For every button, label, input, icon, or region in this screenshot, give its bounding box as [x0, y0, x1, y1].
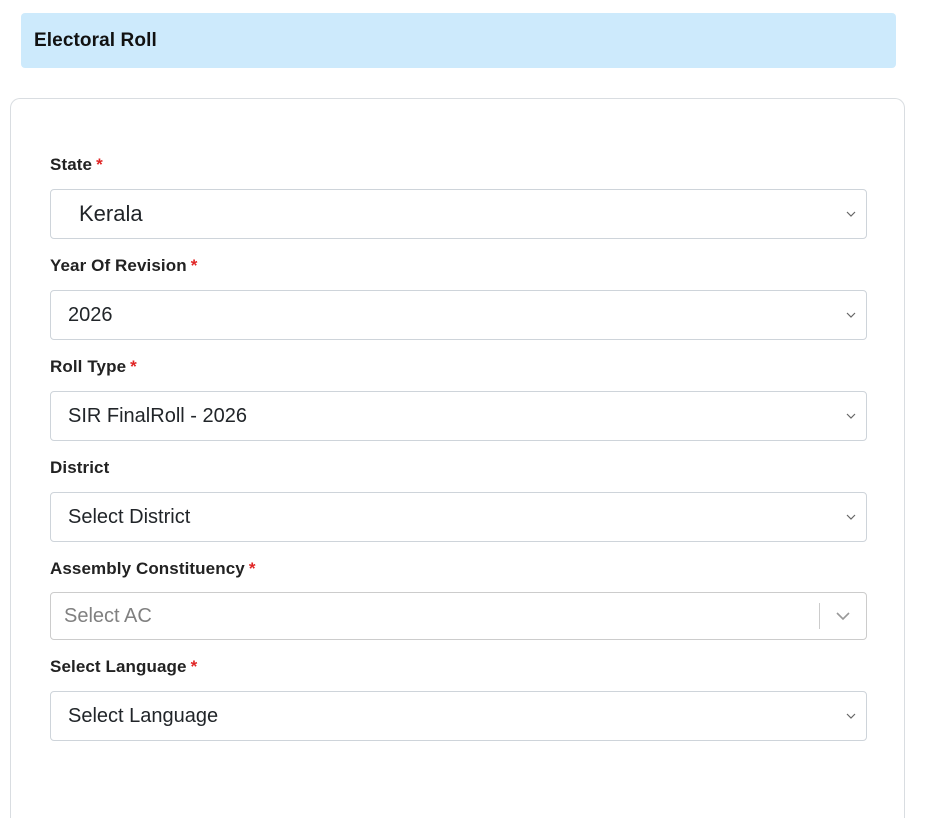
roll-type-label: Roll Type * [50, 357, 137, 377]
state-select[interactable]: Kerala [50, 189, 867, 239]
assembly-constituency-label: Assembly Constituency * [50, 559, 256, 579]
electoral-roll-header: Electoral Roll [21, 13, 896, 68]
language-select[interactable]: Select Language [50, 691, 867, 741]
state-required-mark: * [96, 155, 103, 174]
assembly-constituency-required-mark: * [248, 559, 256, 578]
roll-type-select[interactable]: SIR FinalRoll - 2026 [50, 391, 867, 441]
year-of-revision-label-text: Year Of Revision [50, 256, 187, 275]
state-select-value: Kerala [79, 201, 143, 226]
year-of-revision-required-mark: * [190, 256, 198, 275]
chevron-down-icon [836, 692, 866, 740]
chevron-down-icon [836, 291, 866, 339]
assembly-constituency-select[interactable]: Select AC [50, 592, 867, 640]
roll-type-select-value: SIR FinalRoll - 2026 [68, 404, 247, 427]
state-label-text: State [50, 155, 93, 174]
roll-type-label-text: Roll Type [50, 357, 127, 376]
chevron-down-icon [836, 392, 866, 440]
page-title: Electoral Roll [34, 29, 157, 51]
district-select[interactable]: Select District [50, 492, 867, 542]
chevron-down-icon[interactable] [820, 593, 866, 639]
language-label: Select Language * [50, 657, 197, 677]
year-of-revision-select-value: 2026 [68, 303, 113, 326]
year-of-revision-label: Year Of Revision * [50, 256, 197, 276]
roll-type-required-mark: * [130, 357, 137, 376]
year-of-revision-select[interactable]: 2026 [50, 290, 867, 340]
chevron-down-icon [836, 190, 866, 238]
assembly-constituency-placeholder: Select AC [64, 604, 152, 627]
assembly-constituency-label-text: Assembly Constituency [50, 559, 245, 578]
district-label: District [50, 458, 109, 478]
chevron-down-icon [836, 493, 866, 541]
district-label-text: District [50, 458, 110, 477]
district-select-value: Select District [68, 505, 191, 528]
state-label: State * [50, 155, 103, 175]
language-label-text: Select Language [50, 657, 187, 676]
language-select-value: Select Language [68, 704, 219, 727]
language-required-mark: * [190, 657, 198, 676]
